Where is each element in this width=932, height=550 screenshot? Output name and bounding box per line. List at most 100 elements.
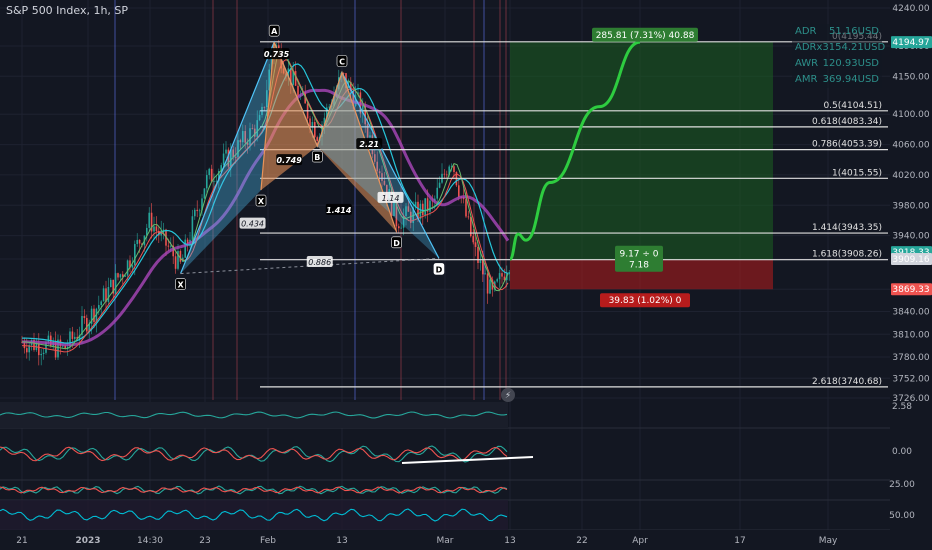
candle-body	[422, 203, 424, 216]
candle-body	[47, 335, 50, 343]
candle-body	[114, 273, 117, 294]
ratio-label: 7.18	[629, 261, 649, 271]
candle-body	[174, 256, 177, 269]
candle-body	[184, 239, 186, 258]
candle-body	[424, 198, 426, 216]
candle-body	[498, 273, 501, 280]
candle-body	[429, 200, 431, 212]
price-tick-label: 4020.00	[892, 171, 929, 181]
harmonic-ratio-label: 0.735	[264, 50, 290, 59]
fib-level-label: 1(4015.55)	[832, 168, 882, 178]
harmonic-ratio-label: 0.886	[308, 258, 331, 267]
time-tick-label: 21	[16, 536, 27, 546]
candle-body	[215, 180, 218, 182]
time-tick-label: 13	[504, 536, 515, 546]
candle-body	[40, 353, 42, 356]
harmonic-point-label: X	[177, 281, 184, 290]
candle-body	[436, 187, 438, 199]
candle-body	[148, 212, 150, 228]
candle-body	[198, 210, 201, 212]
harmonic-point-label: X	[258, 197, 265, 206]
candle-body	[443, 173, 446, 175]
candle-body	[170, 245, 172, 247]
fib-level-label: 0.618(4083.34)	[812, 117, 882, 127]
time-tick-label: Feb	[260, 536, 276, 546]
info-value: 120.93USD	[822, 58, 879, 69]
time-tick-label: 22	[576, 536, 587, 546]
candle-body	[501, 273, 503, 277]
candle-body	[446, 174, 448, 176]
candle-body	[117, 273, 119, 278]
info-row-amr: AMR 369.94USD	[792, 72, 882, 88]
harmonic-point-label: B	[314, 153, 320, 162]
time-tick-label: 2023	[75, 536, 100, 546]
info-row-adrx3: ADRx3 154.21USD	[792, 40, 886, 56]
candle-body	[131, 265, 134, 268]
time-tick-label: Mar	[437, 536, 454, 546]
price-tick-label: 3840.00	[892, 308, 929, 318]
harmonic-ratio-label: 2.21	[359, 140, 379, 149]
candle-body	[213, 181, 215, 183]
candle-body	[316, 137, 318, 142]
candle-body	[134, 244, 136, 266]
harmonic-ratio-label: 0.434	[241, 220, 264, 229]
candle-body	[508, 272, 510, 275]
candle-body	[438, 182, 441, 188]
candle-body	[107, 287, 110, 302]
candle-body	[486, 273, 489, 294]
candle-body	[86, 318, 88, 332]
time-tick-label: 14:30	[137, 536, 163, 546]
harmonic-point-label: A	[271, 27, 278, 36]
indicator-tick-label: 25.00	[889, 480, 915, 490]
price-tick-label: 4150.00	[892, 72, 929, 82]
candle-body	[83, 316, 86, 319]
candle-body	[419, 203, 422, 219]
info-value: 369.94USD	[822, 74, 879, 85]
time-tick-label: Apr	[632, 536, 648, 546]
candle-body	[42, 352, 45, 354]
candle-body	[179, 251, 182, 262]
time-tick-label: 13	[336, 536, 347, 546]
candle-body	[126, 260, 129, 276]
candle-body	[26, 348, 28, 353]
candle-body	[194, 209, 196, 217]
candle-body	[278, 45, 280, 49]
candle-body	[489, 279, 491, 294]
price-tick-label: 3980.00	[892, 201, 929, 211]
fib-level-label: 1.414(3943.35)	[812, 223, 882, 233]
harmonic-point-label: D	[436, 265, 443, 274]
candle-body	[196, 209, 198, 212]
info-label: AWR	[795, 58, 819, 69]
candle-body	[398, 226, 400, 229]
indicator-pane-4	[0, 500, 508, 530]
price-badge-label: 3869.33	[892, 285, 929, 295]
candle-body	[138, 239, 141, 244]
candle-body	[400, 227, 402, 229]
candle-body	[314, 122, 316, 138]
candle-body	[453, 166, 455, 173]
candle-body	[458, 185, 460, 197]
candle-body	[482, 260, 484, 275]
candle-body	[496, 279, 498, 282]
info-label: AMR	[795, 74, 818, 85]
candle-body	[472, 236, 474, 243]
info-label: ADR	[795, 26, 817, 37]
price-badge-label: 3909.16	[892, 255, 929, 265]
candle-body	[71, 331, 74, 339]
indicator-tick-label: 0.00	[892, 447, 912, 457]
harmonic-point-label: C	[339, 57, 345, 66]
info-value: 51.16USD	[829, 26, 879, 37]
candle-body	[203, 188, 206, 199]
info-label: ADRx3	[795, 42, 829, 53]
price-tick-label: 3940.00	[892, 232, 929, 242]
indicator-tick-label: 50.00	[889, 511, 915, 521]
candle-body	[102, 288, 105, 302]
candle-body	[465, 199, 467, 217]
ratio-label: 9.17 ÷ 0	[619, 250, 658, 260]
candle-body	[208, 168, 210, 176]
candle-body	[155, 226, 158, 231]
candle-body	[191, 216, 194, 240]
info-value: 154.21USD	[828, 42, 886, 53]
lightning-glyph: ⚡	[505, 391, 511, 401]
harmonic-ratio-label: 1.14	[382, 194, 400, 203]
